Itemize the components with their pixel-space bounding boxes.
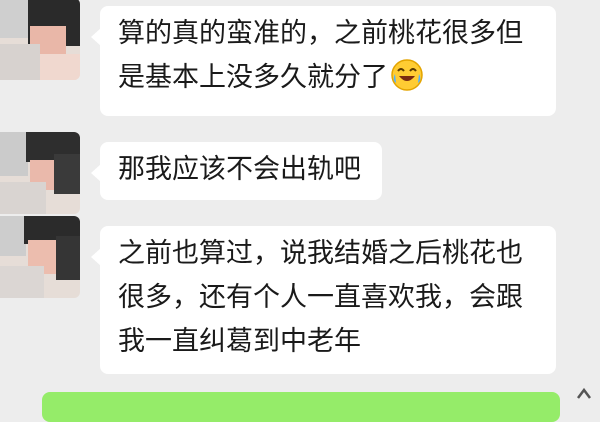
contact-avatar[interactable] — [0, 132, 80, 214]
message-text-line: 那我应该不会出轨吧 — [118, 154, 361, 185]
message-bubble[interactable]: 算的真的蛮准的，之前桃花很多但 是基本上没多久就分了 — [91, 6, 556, 116]
contact-avatar[interactable] — [0, 216, 80, 298]
message-text-line: 我一直纠葛到中老年 — [118, 326, 361, 357]
message-text-line: 很多，还有个人一直喜欢我，会跟 — [118, 282, 523, 313]
outgoing-message-bubble[interactable] — [42, 392, 560, 422]
message-text-line: 算的真的蛮准的，之前桃花很多但 — [118, 18, 523, 49]
contact-avatar[interactable] — [0, 0, 80, 80]
chevron-icon — [577, 387, 591, 399]
message-text-line: 之前也算过，说我结婚之后桃花也 — [118, 238, 523, 269]
laughing-crying-emoji-icon — [391, 59, 423, 91]
message-text-line: 是基本上没多久就分了 — [118, 56, 540, 100]
message-bubble[interactable]: 那我应该不会出轨吧 — [91, 142, 382, 200]
message-bubble[interactable]: 之前也算过，说我结婚之后桃花也 很多，还有个人一直喜欢我，会跟 我一直纠葛到中老… — [91, 226, 556, 374]
